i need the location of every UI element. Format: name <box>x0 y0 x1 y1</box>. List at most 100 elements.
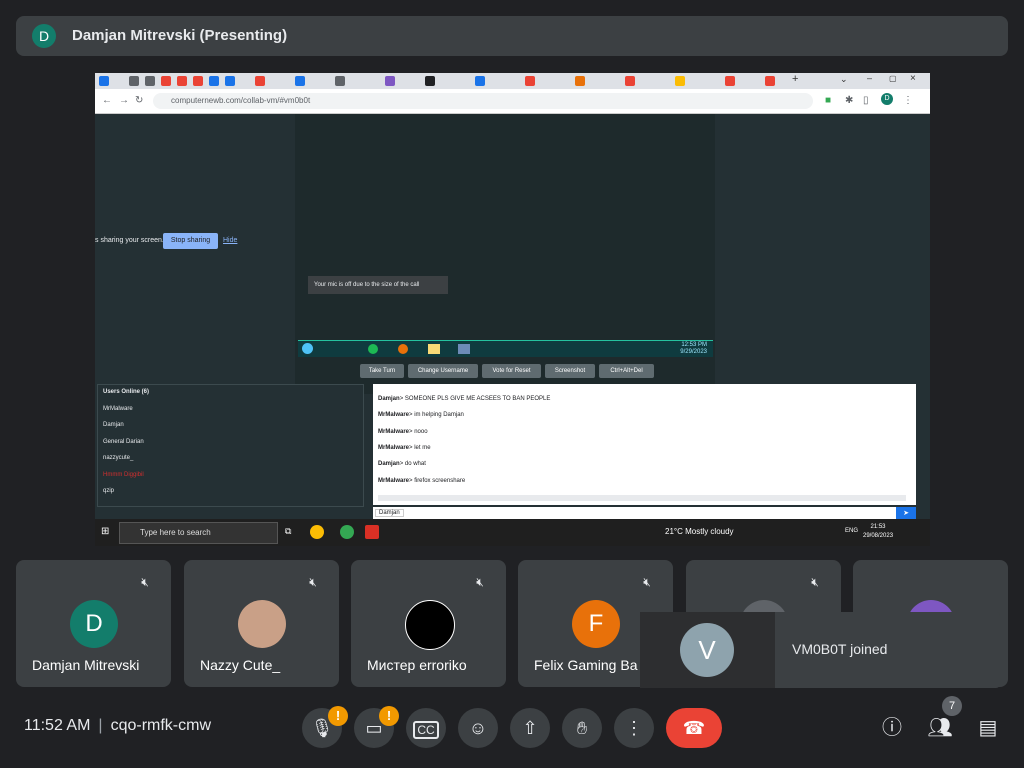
stop-sharing-button[interactable]: Stop sharing <box>163 233 218 249</box>
leave-call-button[interactable]: ☎ <box>666 708 722 748</box>
hang-up-icon: ☎ <box>682 718 706 738</box>
task-view-icon[interactable]: ⧉ <box>285 526 291 537</box>
participant-avatar-photo <box>238 600 286 648</box>
users-header: Users Online (6) <box>103 389 150 395</box>
vote-reset-button[interactable]: Vote for Reset <box>482 364 541 378</box>
puzzle-icon[interactable]: ✱ <box>845 95 853 106</box>
chat-message: Damjan> do what <box>378 461 426 467</box>
chevron-down-icon[interactable]: ⌄ <box>840 74 848 85</box>
chat-message: Damjan> SOMEONE PLS GIVE ME ACSEES TO BA… <box>378 396 551 402</box>
tab-favicon <box>765 76 775 86</box>
meeting-details-button[interactable]: ⓘ <box>872 708 912 748</box>
menu-icon[interactable]: ⋮ <box>903 95 913 106</box>
chat-scrollbar[interactable] <box>378 495 906 501</box>
mic-off-notice: Your mic is off due to the size of the c… <box>308 276 448 294</box>
host-clock[interactable]: 21:53 29/08/2023 <box>863 523 893 541</box>
participant-tile[interactable]: 🔇︎ Мистер erroriko <box>351 560 506 687</box>
screenshot-button[interactable]: Screenshot <box>545 364 595 378</box>
mic-off-icon: 🔇︎ <box>476 575 484 589</box>
screen-share-notice: s sharing your screen. Stop sharing Hide <box>95 233 245 251</box>
folder-icon <box>428 344 440 354</box>
meeting-info: 11:52 AM | cqo-rmfk-cmw <box>24 717 211 735</box>
user-item[interactable]: nazzycute_ <box>103 455 133 461</box>
close-icon[interactable]: × <box>910 73 916 84</box>
ctrl-alt-del-button[interactable]: Ctrl+Alt+Del <box>599 364 654 378</box>
mic-off-icon: 🔇︎ <box>309 575 317 589</box>
minimize-icon[interactable]: – <box>867 73 872 83</box>
language-indicator[interactable]: ENG <box>845 528 858 534</box>
host-clock-date: 29/08/2023 <box>863 533 894 539</box>
hide-link[interactable]: Hide <box>223 237 237 244</box>
info-icon: ⓘ <box>882 717 902 739</box>
participant-name: Felix Gaming Ba <box>534 657 638 673</box>
current-time: 11:52 AM <box>24 717 91 734</box>
weather-widget[interactable]: 21°C Mostly cloudy <box>665 527 734 536</box>
tab-favicon <box>725 76 735 86</box>
tab-favicon <box>385 76 395 86</box>
tab-favicon <box>145 76 155 86</box>
chat-icon: ▤ <box>978 717 998 739</box>
windows-start-icon[interactable]: ⊞ <box>101 526 109 537</box>
user-item[interactable]: MrMalware <box>103 406 133 412</box>
take-turn-button[interactable]: Take Turn <box>360 364 404 378</box>
presenter-avatar: D <box>32 24 56 48</box>
join-notification: V VM0B0T joined <box>640 612 1000 688</box>
tab-favicon <box>161 76 171 86</box>
meeting-code: cqo-rmfk-cmw <box>110 717 212 734</box>
sharing-text: s sharing your screen. <box>95 237 164 244</box>
present-screen-icon: ⇧ <box>522 718 538 738</box>
browser-address-bar: ← → ↻ computernewb.com/collab-vm/#vm0b0t… <box>95 89 930 114</box>
tab-favicon <box>335 76 345 86</box>
tab-favicon <box>625 76 635 86</box>
chat-message: MrMalware> nooo <box>378 429 428 435</box>
new-tab-icon[interactable]: + <box>792 73 798 85</box>
mic-off-icon: 🔇︎ <box>811 575 819 589</box>
participant-tile[interactable]: 🔇︎ Nazzy Cute_ <box>184 560 339 687</box>
presenting-banner: D Damjan Mitrevski (Presenting) <box>16 16 1008 56</box>
people-icon: 👥︎ <box>927 717 953 739</box>
taskbar-search[interactable]: Type here to search <box>119 522 278 544</box>
user-item[interactable]: qzip <box>103 488 114 494</box>
present-button[interactable]: ⇧ <box>510 708 550 748</box>
user-item[interactable]: General Darian <box>103 439 144 445</box>
sidebar-icon[interactable]: ▯ <box>863 95 869 106</box>
chat-button[interactable]: ▤ <box>968 708 1008 748</box>
reload-icon[interactable]: ↻ <box>135 95 143 106</box>
change-username-button[interactable]: Change Username <box>408 364 478 378</box>
chrome-icon[interactable] <box>340 525 354 539</box>
tab-favicon <box>295 76 305 86</box>
tab-favicon <box>255 76 265 86</box>
app-icon[interactable] <box>365 525 379 539</box>
forward-icon[interactable]: → <box>119 95 129 106</box>
collabvm-page: s sharing your screen. Stop sharing Hide… <box>95 114 930 520</box>
extension-icon[interactable]: ■ <box>825 95 831 106</box>
host-taskbar: ⊞ Type here to search ⧉ 21°C Mostly clou… <box>95 519 930 546</box>
host-clock-time: 21:53 <box>870 524 886 530</box>
profile-avatar[interactable]: D <box>881 93 893 105</box>
raise-hand-button[interactable]: ✋︎ <box>562 708 602 748</box>
chat-log: Damjan> SOMEONE PLS GIVE ME ACSEES TO BA… <box>373 384 916 505</box>
presenting-title: Damjan Mitrevski (Presenting) <box>72 27 288 44</box>
tab-favicon <box>129 76 139 86</box>
vm-clock: 12:53 PM 9/29/2023 <box>680 342 707 356</box>
spotify-icon <box>368 344 378 354</box>
url-input[interactable]: computernewb.com/collab-vm/#vm0b0t <box>153 93 813 109</box>
reactions-button[interactable]: ☺ <box>458 708 498 748</box>
browser-tab-strip: + ⌄ – ▢ × <box>95 73 930 89</box>
participant-name: Damjan Mitrevski <box>32 657 140 673</box>
participant-avatar: D <box>70 600 118 648</box>
chrome-icon[interactable] <box>310 525 324 539</box>
tab-favicon <box>209 76 219 86</box>
mic-off-icon: 🔇︎ <box>643 575 651 589</box>
more-options-button[interactable]: ⋮ <box>614 708 654 748</box>
participant-name: Nazzy Cute_ <box>200 657 281 673</box>
user-item[interactable]: Hmmm Diggibil <box>103 472 144 478</box>
captions-button[interactable]: CC <box>406 708 446 748</box>
participant-count-badge: 7 <box>942 696 962 716</box>
vm-start-icon <box>302 343 313 354</box>
user-item[interactable]: Damjan <box>103 422 124 428</box>
back-icon[interactable]: ← <box>102 95 112 106</box>
participant-tile[interactable]: 🔇︎ D Damjan Mitrevski <box>16 560 171 687</box>
tab-favicon <box>675 76 685 86</box>
maximize-icon[interactable]: ▢ <box>889 74 897 83</box>
